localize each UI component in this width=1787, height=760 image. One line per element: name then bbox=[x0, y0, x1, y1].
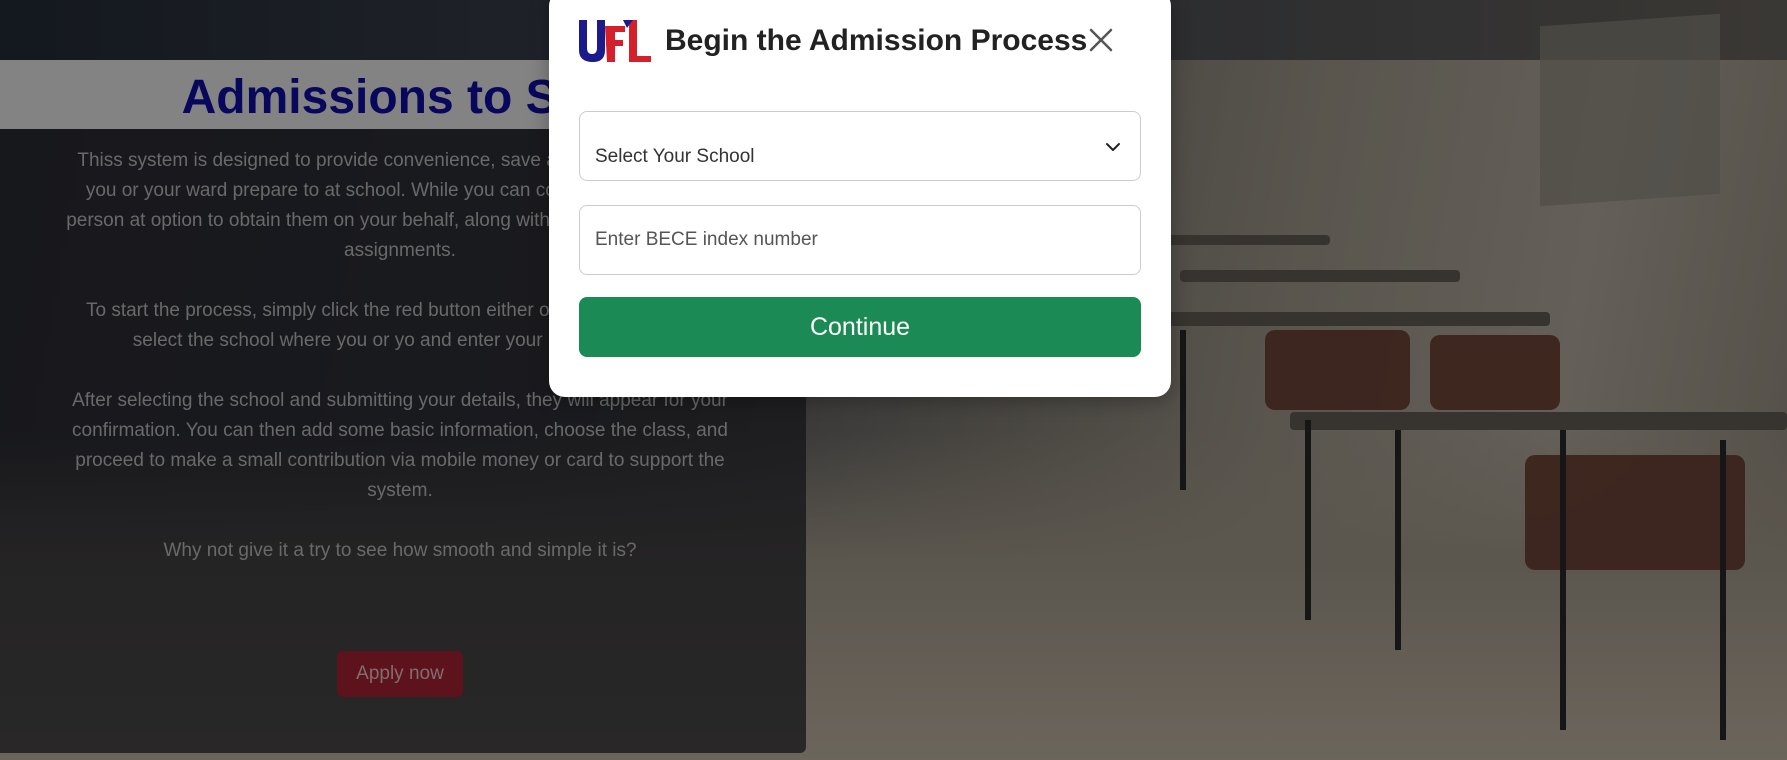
modal-header: Begin the Admission Process bbox=[549, 0, 1171, 90]
close-button[interactable] bbox=[1085, 24, 1117, 56]
admission-modal: Begin the Admission Process Select Your … bbox=[549, 0, 1171, 397]
close-icon bbox=[1089, 28, 1113, 52]
continue-button[interactable]: Continue bbox=[579, 297, 1141, 357]
ufl-logo bbox=[579, 20, 651, 62]
school-select[interactable]: Select Your School bbox=[579, 111, 1141, 181]
chevron-down-icon bbox=[1106, 143, 1120, 151]
modal-title: Begin the Admission Process bbox=[665, 24, 1088, 57]
bece-index-input[interactable] bbox=[580, 206, 1140, 274]
school-select-value: Select Your School bbox=[595, 146, 755, 167]
index-number-field[interactable] bbox=[579, 205, 1141, 275]
